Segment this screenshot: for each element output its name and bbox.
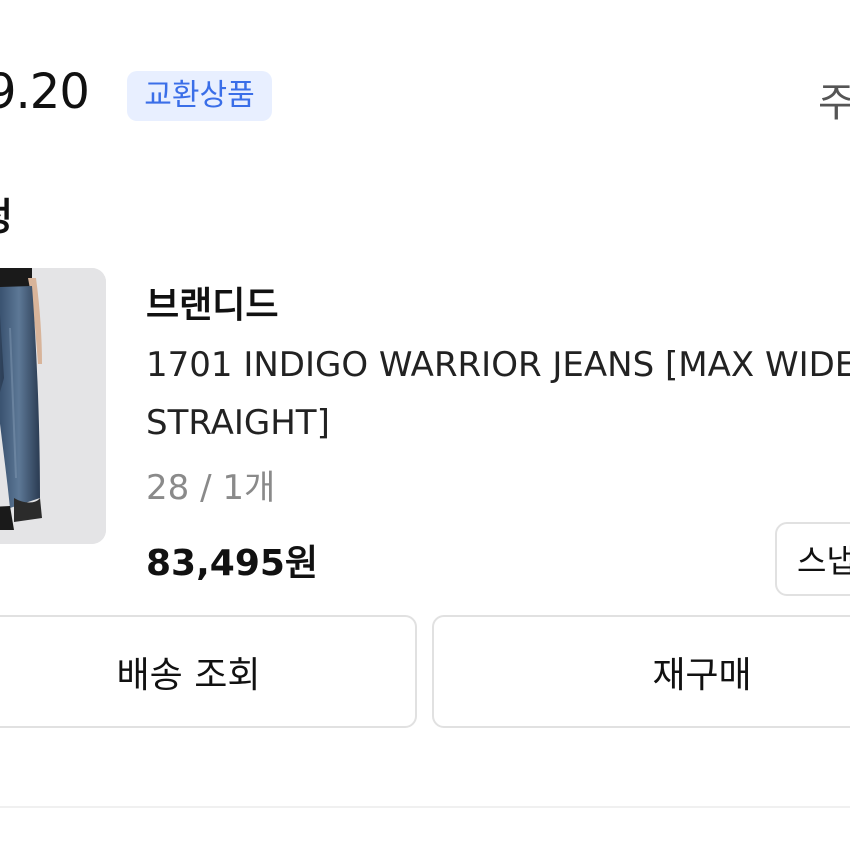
- product-name[interactable]: 1701 INDIGO WARRIOR JEANS [MAX WIDE STRA…: [146, 336, 850, 452]
- product-image[interactable]: [0, 268, 106, 544]
- delivery-tracking-button[interactable]: 배송 조회: [0, 615, 417, 728]
- order-detail-link[interactable]: 주: [818, 70, 850, 128]
- rebuy-button[interactable]: 재구매: [432, 615, 850, 728]
- order-date: 9.20: [0, 64, 90, 120]
- product-option: 28 / 1개: [146, 468, 276, 508]
- order-detail-page: 9.20 교환상품 주 정: [0, 0, 850, 850]
- status-badge: 교환상품: [127, 71, 272, 121]
- product-price: 83,495원: [146, 543, 319, 584]
- section-title: 정: [0, 186, 13, 241]
- brand-name[interactable]: 브랜디드: [146, 276, 278, 328]
- snap-button[interactable]: 스냅: [775, 522, 850, 596]
- jeans-photo-icon: [0, 268, 106, 544]
- divider: [0, 806, 850, 808]
